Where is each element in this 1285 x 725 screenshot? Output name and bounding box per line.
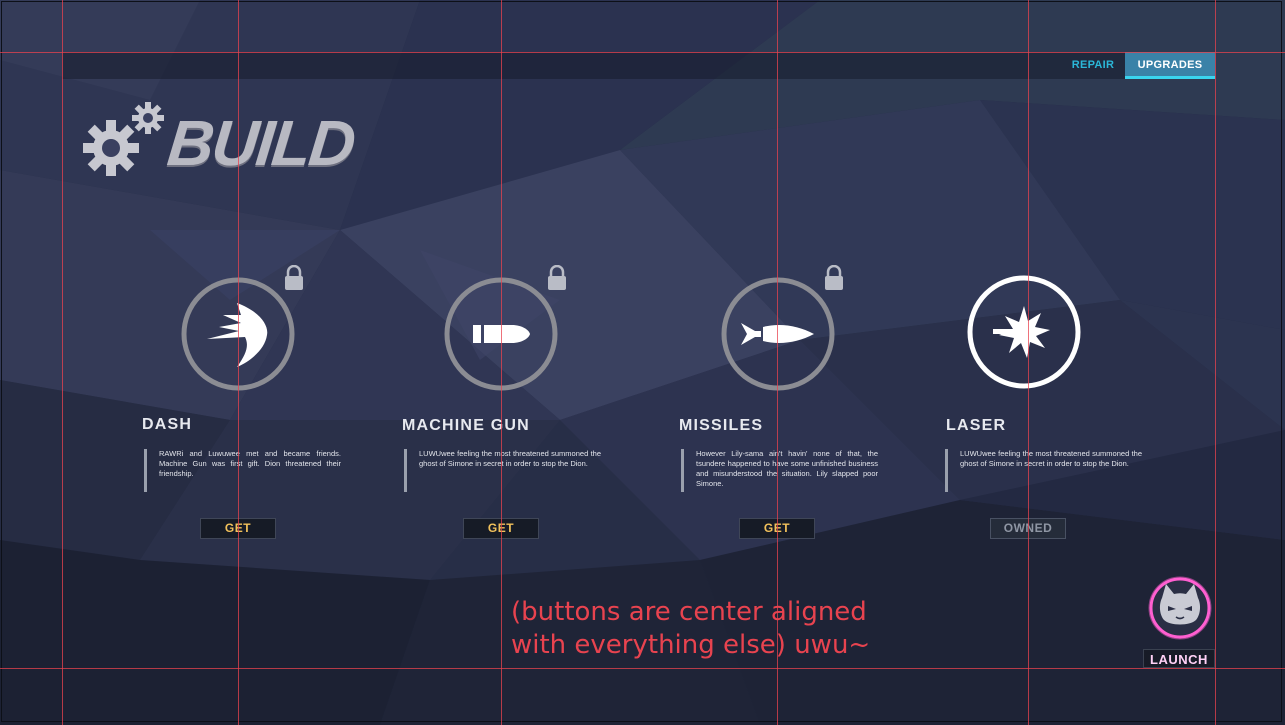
launch-button[interactable]: LAUNCH bbox=[1143, 649, 1215, 668]
description-divider bbox=[144, 449, 147, 492]
tab-repair[interactable]: REPAIR bbox=[1062, 52, 1124, 79]
get-button-dash[interactable]: GET bbox=[200, 518, 276, 539]
get-button-missiles[interactable]: GET bbox=[739, 518, 815, 539]
lock-icon bbox=[825, 265, 843, 290]
lock-icon bbox=[548, 265, 566, 290]
description-divider bbox=[945, 449, 948, 492]
laser-icon[interactable] bbox=[965, 273, 1083, 391]
description-divider bbox=[681, 449, 684, 492]
page-title: BUILD bbox=[164, 107, 358, 179]
item-description-laser: LUWUwee feeling the most threatened summ… bbox=[960, 449, 1142, 468]
annotation-line-1: (buttons are center aligned bbox=[511, 597, 867, 627]
get-button-machine-gun[interactable]: GET bbox=[463, 518, 539, 539]
item-description-machine-gun: LUWUwee feeling the most threatened summ… bbox=[419, 449, 601, 468]
annotation-note: (buttons are center aligned with everyth… bbox=[511, 596, 931, 662]
owned-button-laser[interactable]: OWNED bbox=[990, 518, 1066, 539]
dash-icon[interactable] bbox=[179, 275, 297, 393]
item-description-missiles: However Lily-sama ain't havin' none of t… bbox=[696, 449, 878, 488]
item-name-machine-gun: MACHINE GUN bbox=[402, 417, 530, 434]
item-name-laser: LASER bbox=[946, 417, 1007, 434]
bullet-icon[interactable] bbox=[442, 275, 560, 393]
tab-upgrades[interactable]: UPGRADES bbox=[1125, 52, 1215, 79]
item-name-missiles: MISSILES bbox=[679, 417, 764, 434]
missile-icon[interactable] bbox=[719, 275, 837, 393]
item-name-dash: DASH bbox=[142, 416, 193, 433]
cat-face-icon[interactable] bbox=[1148, 576, 1212, 640]
description-divider bbox=[404, 449, 407, 492]
annotation-line-2: with everything else) uwu~ bbox=[511, 630, 871, 660]
lock-icon bbox=[285, 265, 303, 290]
top-bar bbox=[62, 52, 1215, 79]
item-description-dash: RAWRi and Luwuwee met and became friends… bbox=[159, 449, 341, 478]
